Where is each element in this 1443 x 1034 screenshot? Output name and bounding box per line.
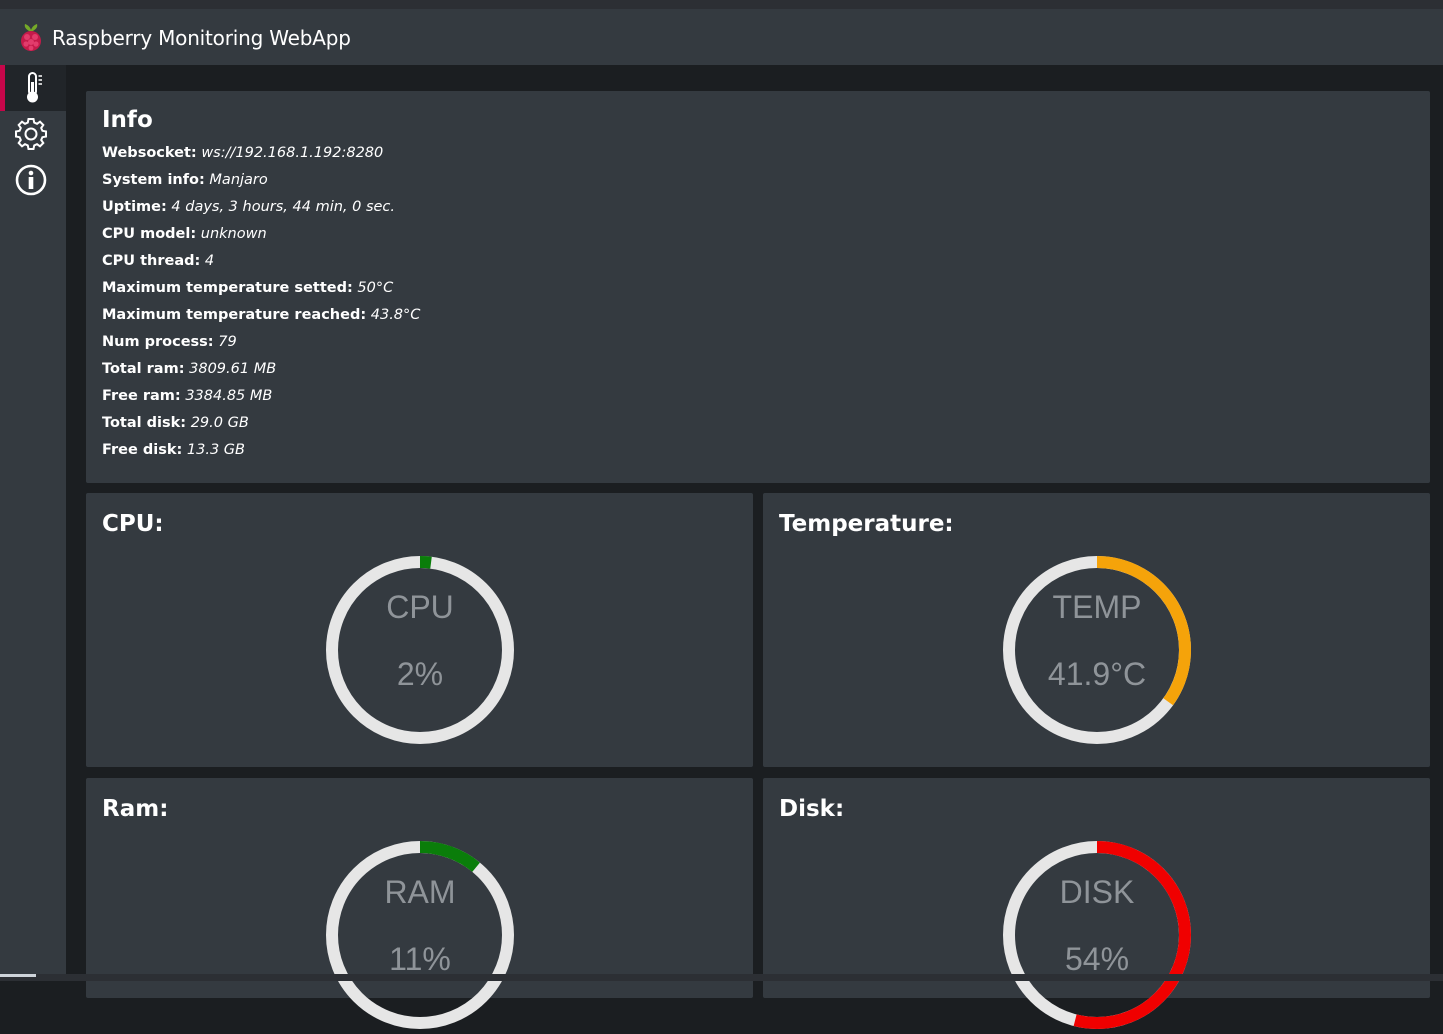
info-row: Maximum temperature reached: 43.8°C	[102, 306, 420, 333]
info-row: System info: Manjaro	[102, 171, 420, 198]
gauge-value: 2%	[396, 656, 444, 692]
cpu-card: CPU: CPU 2%	[86, 493, 753, 767]
info-card: Info Websocket: ws://192.168.1.192:8280 S…	[86, 91, 1430, 483]
info-icon	[15, 164, 47, 196]
gauge-value: 11%	[389, 941, 451, 977]
gauge-title: DISK	[1059, 874, 1135, 910]
info-key: System info:	[102, 172, 205, 188]
ram-gauge: RAM 11%	[325, 840, 515, 1030]
cpu-gauge: CPU 2%	[325, 555, 515, 745]
gauge-title: TEMP	[1052, 589, 1142, 625]
info-title: Info	[102, 107, 153, 133]
info-key: Maximum temperature setted:	[102, 280, 353, 296]
info-key: Uptime:	[102, 199, 167, 215]
sidebar-item-settings[interactable]	[0, 111, 66, 157]
info-value: 43.8°C	[370, 307, 421, 323]
info-row: Uptime: 4 days, 3 hours, 44 min, 0 sec.	[102, 198, 420, 225]
info-key: Maximum temperature reached:	[102, 307, 367, 323]
gauge-value: 54%	[1064, 941, 1130, 977]
disk-card: Disk: DISK 54%	[763, 778, 1430, 1029]
window-bottom-strip	[0, 974, 1443, 981]
gauge-title: RAM	[384, 874, 456, 910]
info-row: Total disk: 29.0 GB	[102, 414, 420, 441]
window-top-strip	[0, 0, 1443, 9]
info-value: 50°C	[357, 280, 394, 296]
info-value: 13.3 GB	[186, 442, 245, 458]
ram-heading: Ram:	[102, 796, 169, 822]
app-title: Raspberry Monitoring WebApp	[52, 26, 351, 50]
info-key: Free ram:	[102, 388, 181, 404]
info-key: Total disk:	[102, 415, 187, 431]
info-row: Maximum temperature setted: 50°C	[102, 279, 420, 306]
thermometer-icon	[27, 72, 42, 103]
ram-card: Ram: RAM 11%	[86, 778, 753, 1029]
info-row: Num process: 79	[102, 333, 420, 360]
temperature-card: Temperature: TEMP 41.9°C	[763, 493, 1430, 767]
info-row: CPU model: unknown	[102, 225, 420, 252]
gauge-title: CPU	[386, 589, 454, 625]
info-value: 79	[218, 334, 237, 350]
disk-heading: Disk:	[779, 796, 845, 822]
info-key: CPU thread:	[102, 253, 201, 269]
info-value: 3384.85 MB	[185, 388, 273, 404]
info-row: Total ram: 3809.61 MB	[102, 360, 420, 387]
info-value: 4	[204, 253, 215, 269]
info-row: Websocket: ws://192.168.1.192:8280	[102, 144, 420, 171]
info-value: 3809.61 MB	[189, 361, 277, 377]
raspberry-icon	[21, 24, 41, 51]
info-key: Num process:	[102, 334, 214, 350]
app-header: Raspberry Monitoring WebApp	[0, 9, 1443, 65]
info-value: 4 days, 3 hours, 44 min, 0 sec.	[171, 199, 396, 215]
info-key: CPU model:	[102, 226, 197, 242]
info-list: Websocket: ws://192.168.1.192:8280 System…	[102, 144, 420, 468]
info-key: Total ram:	[102, 361, 185, 377]
disk-gauge: DISK 54%	[1002, 840, 1192, 1030]
temperature-heading: Temperature:	[779, 511, 954, 537]
info-value: unknown	[200, 226, 267, 242]
info-row: CPU thread: 4	[102, 252, 420, 279]
sidebar	[0, 65, 66, 974]
info-value: 29.0 GB	[190, 415, 249, 431]
gear-icon	[15, 118, 47, 150]
info-key: Free disk:	[102, 442, 183, 458]
cpu-heading: CPU:	[102, 511, 164, 537]
gauge-arc	[419, 555, 432, 569]
info-value: ws://192.168.1.192:8280	[201, 145, 384, 161]
info-key: Websocket:	[102, 145, 197, 161]
info-row: Free ram: 3384.85 MB	[102, 387, 420, 414]
gauge-arc	[419, 841, 480, 872]
temperature-gauge: TEMP 41.9°C	[1002, 555, 1192, 745]
info-value: Manjaro	[209, 172, 268, 188]
gauge-value: 41.9°C	[1047, 656, 1147, 692]
sidebar-item-monitor[interactable]	[0, 65, 66, 111]
info-row: Free disk: 13.3 GB	[102, 441, 420, 468]
sidebar-item-info[interactable]	[0, 157, 66, 203]
